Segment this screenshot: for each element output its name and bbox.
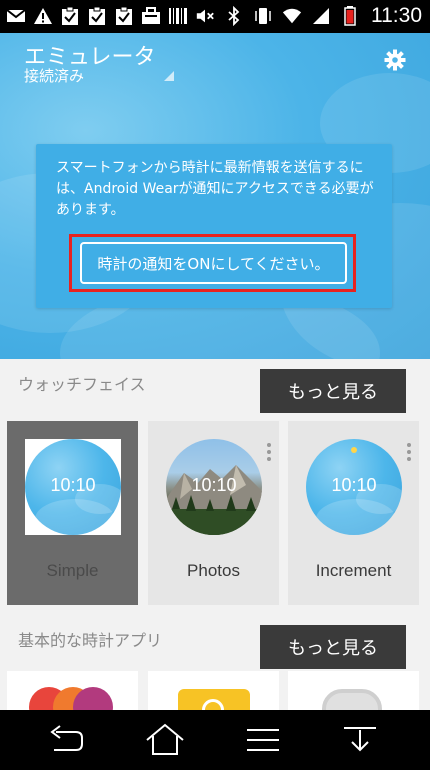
bluetooth-icon	[224, 5, 244, 27]
device-status[interactable]: 接続済み	[24, 65, 84, 86]
overflow-menu-icon[interactable]	[267, 443, 271, 463]
main-content: ウォッチフェイス もっと見る 10:10 Simple 10:10 Photos…	[0, 359, 430, 711]
battery-icon	[340, 5, 360, 27]
watch-app-card[interactable]	[288, 671, 419, 711]
status-bar: 11:30	[0, 0, 430, 33]
overflow-menu-icon[interactable]	[407, 443, 411, 463]
watch-face-label: Increment	[315, 561, 392, 580]
home-icon[interactable]	[145, 722, 185, 758]
watch-faces-more-button[interactable]: もっと見る	[260, 369, 406, 413]
enable-notifications-button[interactable]: 時計の通知をONにしてください。	[80, 242, 347, 284]
watch-face-preview: 10:10	[306, 439, 402, 535]
clipboard-check-icon	[87, 5, 107, 27]
vibrate-icon	[253, 5, 273, 27]
signal-icon	[311, 5, 331, 27]
app-icon	[322, 689, 382, 711]
app-bar: エミュレータ 接続済み	[0, 33, 430, 93]
watch-apps-more-button[interactable]: もっと見る	[260, 625, 406, 669]
mute-icon	[195, 5, 215, 27]
watch-face-preview: 10:10	[25, 439, 121, 535]
barcode-icon	[168, 5, 188, 27]
hero-header: エミュレータ 接続済み スマートフォンから時計に最新情報を送信するには、Andr…	[0, 33, 430, 359]
watch-face-card-simple[interactable]: 10:10 Simple	[7, 421, 138, 605]
warning-icon	[33, 5, 53, 27]
photo-watch-face-preview: 10:10	[166, 439, 262, 535]
watch-apps-title: 基本的な時計アプリ	[18, 631, 163, 650]
notification-access-card: スマートフォンから時計に最新情報を送信するには、Android Wearが通知に…	[36, 144, 392, 308]
back-icon[interactable]	[46, 722, 86, 758]
notice-message: スマートフォンから時計に最新情報を送信するには、Android Wearが通知に…	[56, 160, 374, 218]
clock-time: 11:30	[371, 4, 422, 27]
gear-icon[interactable]	[384, 49, 406, 71]
watch-face-thumbnail: 10:10	[25, 439, 121, 535]
clipboard-check-icon	[114, 5, 134, 27]
watch-face-card-increment[interactable]: 10:10 Increment	[288, 421, 419, 605]
watch-faces-header: ウォッチフェイス もっと見る	[0, 359, 430, 413]
watch-apps-header: 基本的な時計アプリ もっと見る	[0, 615, 430, 669]
menu-icon[interactable]	[243, 722, 283, 758]
app-icon	[178, 689, 250, 711]
navigation-bar	[0, 710, 430, 770]
device-dropdown-icon[interactable]	[164, 71, 174, 81]
watch-face-label: Photos	[187, 561, 240, 580]
wifi-icon	[282, 5, 302, 27]
watch-app-card[interactable]	[148, 671, 279, 711]
watch-face-label: Simple	[46, 561, 99, 580]
watch-face-card-photos[interactable]: 10:10 Photos	[148, 421, 279, 605]
watch-face-time: 10:10	[50, 475, 96, 495]
watch-app-card[interactable]	[7, 671, 138, 711]
watch-face-time: 10:10	[331, 475, 377, 495]
briefcase-icon	[141, 5, 161, 27]
clipboard-check-icon	[60, 5, 80, 27]
watch-face-time: 10:10	[191, 475, 237, 495]
screen: 11:30 エミュレータ 接続済み スマートフォンから時計に最新情報を送信するに…	[0, 0, 430, 770]
increment-dot	[351, 447, 357, 453]
gmail-icon	[6, 5, 26, 27]
hide-keyboard-icon[interactable]	[340, 722, 380, 758]
watch-faces-title: ウォッチフェイス	[18, 375, 146, 394]
